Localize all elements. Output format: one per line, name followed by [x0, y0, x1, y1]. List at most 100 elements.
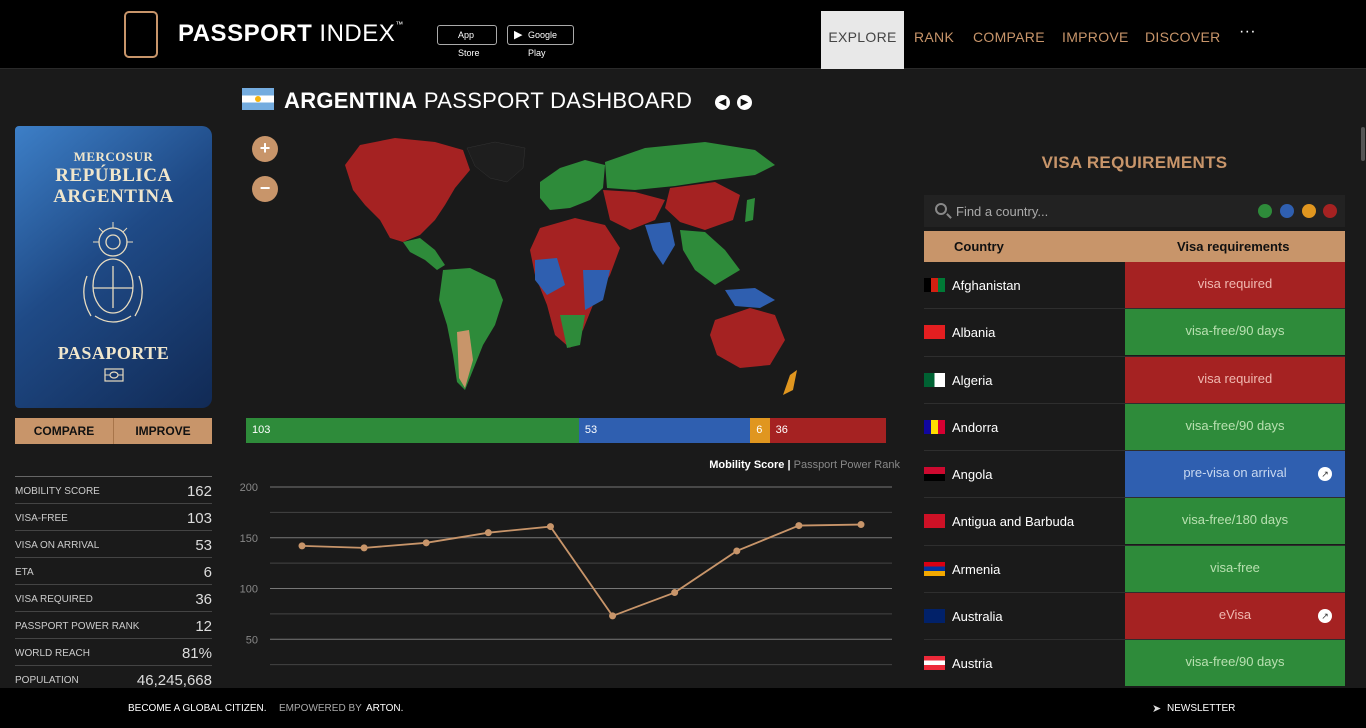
- country-name: Albania: [952, 325, 996, 341]
- visa-distribution-bar: 103 53 6 36: [246, 418, 886, 443]
- external-link-icon[interactable]: ↗: [1318, 467, 1332, 482]
- zoom-in-button[interactable]: +: [252, 136, 278, 162]
- nav-rank[interactable]: RANK: [914, 11, 954, 69]
- passport-stats: MOBILITY SCORE 162 VISA-FREE 103 VISA ON A…: [15, 476, 212, 692]
- region-southern-africa[interactable]: [560, 315, 585, 348]
- filter-orange-dot[interactable]: [1302, 204, 1316, 218]
- zoom-out-button[interactable]: −: [252, 176, 278, 202]
- region-southeast-asia[interactable]: [680, 230, 740, 285]
- footer-empowered: EMPOWERED BY: [279, 703, 362, 714]
- visa-requirement-text: visa required: [1197, 276, 1273, 291]
- region-australia[interactable]: [710, 308, 785, 368]
- region-russia[interactable]: [605, 142, 775, 190]
- region-east-africa[interactable]: [583, 270, 610, 310]
- table-row[interactable]: Afghanistan visa required: [924, 262, 1345, 310]
- next-arrow-icon[interactable]: ▶: [737, 95, 752, 110]
- visa-table-body[interactable]: Afghanistan visa required Albania visa-free…: [924, 262, 1345, 686]
- data-point: [609, 612, 617, 620]
- world-map[interactable]: [285, 120, 845, 410]
- compare-button[interactable]: COMPARE: [15, 418, 114, 444]
- nav-improve[interactable]: IMPROVE: [1062, 11, 1129, 69]
- legend-mobility-score[interactable]: Mobility Score: [709, 459, 784, 471]
- legend-separator: |: [787, 459, 791, 471]
- page-scrollbar[interactable]: [1361, 127, 1365, 161]
- logo-bold: PASSPORT: [178, 20, 313, 47]
- newsletter-link[interactable]: NEWSLETTER: [1167, 703, 1235, 714]
- region-europe[interactable]: [540, 160, 605, 210]
- data-point: [671, 589, 679, 597]
- dashboard-suffix: PASSPORT DASHBOARD: [423, 88, 693, 113]
- visa-requirement-text: eVisa: [1218, 607, 1252, 623]
- nav-discover[interactable]: DISCOVER: [1145, 11, 1221, 69]
- footer: BECOME A GLOBAL CITIZEN. EMPOWERED BY AR…: [0, 688, 1366, 728]
- visa-requirement-text: visa-free/90 days: [1185, 417, 1285, 433]
- biometric-chip-icon: [104, 368, 124, 382]
- google-play-button[interactable]: ▶ Google Play: [507, 25, 574, 58]
- filter-blue-dot[interactable]: [1280, 204, 1294, 218]
- country-name: Antigua and Barbuda: [952, 514, 1075, 530]
- data-point: [422, 539, 430, 547]
- app-store-label: App Store: [458, 30, 480, 58]
- y-tick-label: 150: [240, 533, 258, 545]
- nav-explore[interactable]: EXPLORE: [821, 11, 904, 69]
- region-south-america[interactable]: [439, 268, 503, 390]
- region-china[interactable]: [665, 182, 740, 230]
- filter-red-dot[interactable]: [1323, 204, 1337, 218]
- stat-value: 6: [203, 563, 212, 581]
- app-store-button[interactable]: App Store: [437, 25, 497, 58]
- site-logo[interactable]: PASSPORT INDEX™: [178, 20, 404, 48]
- country-flag-icon: [924, 514, 945, 529]
- stat-value: 46,245,668: [136, 671, 212, 689]
- country-flag-icon: [924, 372, 945, 387]
- external-link-icon[interactable]: ↗: [1318, 609, 1332, 624]
- visa-on-arrival-segment[interactable]: 53: [578, 418, 751, 443]
- table-row[interactable]: Angola pre-visa on arrival ↗: [924, 451, 1345, 499]
- column-visa-requirements[interactable]: Visa requirements: [1177, 239, 1289, 254]
- visa-requirement-text: visa-free/90 days: [1185, 323, 1285, 339]
- eta-segment[interactable]: 6: [750, 418, 770, 443]
- passport-actions: COMPARE IMPROVE: [15, 418, 212, 444]
- region-new-zealand[interactable]: [783, 370, 797, 395]
- region-india[interactable]: [645, 222, 675, 265]
- legend-power-rank[interactable]: Passport Power Rank: [794, 459, 900, 471]
- country-name: Andorra: [952, 419, 999, 435]
- prev-arrow-icon[interactable]: ◀: [715, 95, 730, 110]
- nav-compare[interactable]: COMPARE: [973, 11, 1045, 69]
- region-greenland[interactable]: [466, 141, 526, 183]
- table-row[interactable]: Algeria visa required: [924, 356, 1345, 404]
- column-country[interactable]: Country: [954, 239, 1004, 254]
- visa-free-segment[interactable]: 103: [246, 418, 579, 443]
- logo-light: INDEX: [319, 20, 396, 47]
- visa-required-segment[interactable]: 36: [769, 418, 886, 443]
- footer-partner-link[interactable]: ARTON.: [366, 703, 403, 714]
- table-row[interactable]: Australia eVisa ↗: [924, 593, 1345, 641]
- search-input[interactable]: [956, 201, 1186, 221]
- region-indonesia[interactable]: [725, 288, 775, 308]
- google-play-label: Google Play: [528, 30, 558, 58]
- search-icon: [935, 203, 947, 215]
- logo-icon[interactable]: [124, 11, 158, 58]
- chart-plot: 50 100 150 200: [240, 482, 892, 666]
- country-name: Afghanistan: [952, 278, 1021, 293]
- more-menu-icon[interactable]: ···: [1239, 6, 1256, 64]
- region-central-america[interactable]: [403, 238, 445, 270]
- data-point: [733, 547, 741, 555]
- table-row[interactable]: Albania visa-free/90 days: [924, 309, 1345, 357]
- argentina-flag-icon: [242, 88, 274, 110]
- visa-table-header: Country Visa requirements: [924, 231, 1345, 262]
- visa-requirement-cell[interactable]: pre-visa on arrival ↗: [1125, 451, 1345, 498]
- region-japan[interactable]: [745, 198, 755, 222]
- visa-requirement-cell[interactable]: eVisa ↗: [1125, 593, 1345, 640]
- table-row[interactable]: Armenia visa-free: [924, 545, 1345, 594]
- visa-requirement-cell: visa required: [1125, 356, 1345, 403]
- stat-row: VISA ON ARRIVAL 53: [15, 530, 212, 557]
- improve-button[interactable]: IMPROVE: [114, 418, 212, 444]
- stat-label: MOBILITY SCORE: [15, 485, 100, 497]
- visa-requirement-text: pre-visa on arrival: [1183, 465, 1287, 481]
- table-row[interactable]: Antigua and Barbuda visa-free/180 days: [924, 498, 1345, 546]
- stat-value: 53: [195, 536, 212, 554]
- filter-green-dot[interactable]: [1258, 204, 1272, 218]
- table-row[interactable]: Austria visa-free/90 days: [924, 640, 1345, 686]
- table-row[interactable]: Andorra visa-free/90 days: [924, 403, 1345, 452]
- region-north-america[interactable]: [345, 138, 470, 242]
